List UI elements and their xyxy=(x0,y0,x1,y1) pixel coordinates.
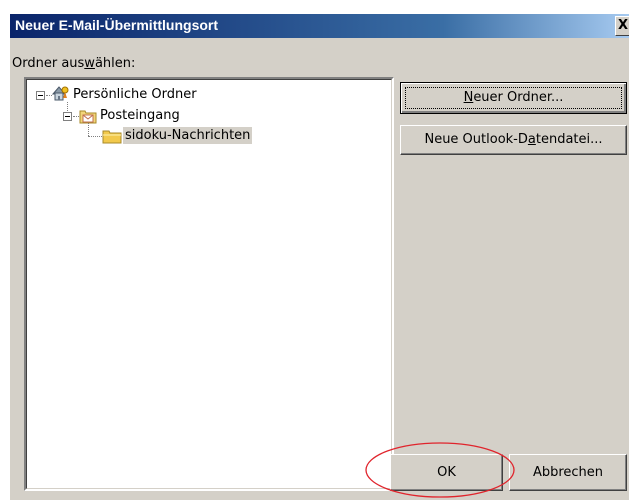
title-bar[interactable]: Neuer E-Mail-Übermittlungsort X xyxy=(10,14,629,38)
tree-node-sidoku-messages[interactable]: sidoku-Nachrichten xyxy=(123,127,253,144)
dialog-body: Ordner auswählen: Persönliche Ordner Pos… xyxy=(10,38,629,500)
close-button[interactable]: X xyxy=(615,16,629,36)
new-outlook-datafile-button[interactable]: Neue Outlook-Datendatei... xyxy=(400,125,627,155)
folder-select-label: Ordner auswählen: xyxy=(12,56,136,71)
tree-node-personal-folders[interactable]: Persönliche Ordner xyxy=(71,86,199,103)
tree-node-inbox[interactable]: Posteingang xyxy=(98,107,182,124)
collapse-personal-folders-toggle[interactable] xyxy=(36,91,45,100)
dialog-window: Neuer E-Mail-Übermittlungsort X Ordner a… xyxy=(0,0,629,500)
close-icon: X xyxy=(618,18,629,33)
cancel-button[interactable]: Abbrechen xyxy=(509,454,627,491)
focus-ring xyxy=(405,87,622,109)
new-folder-button[interactable]: Neuer Ordner... xyxy=(400,82,627,114)
folder-icon xyxy=(102,128,122,148)
ok-button[interactable]: OK xyxy=(390,454,503,491)
dialog-title: Neuer E-Mail-Übermittlungsort xyxy=(15,17,219,33)
collapse-inbox-toggle[interactable] xyxy=(63,112,72,121)
folder-tree[interactable]: Persönliche Ordner Posteingang sidoku-Na… xyxy=(24,77,394,491)
